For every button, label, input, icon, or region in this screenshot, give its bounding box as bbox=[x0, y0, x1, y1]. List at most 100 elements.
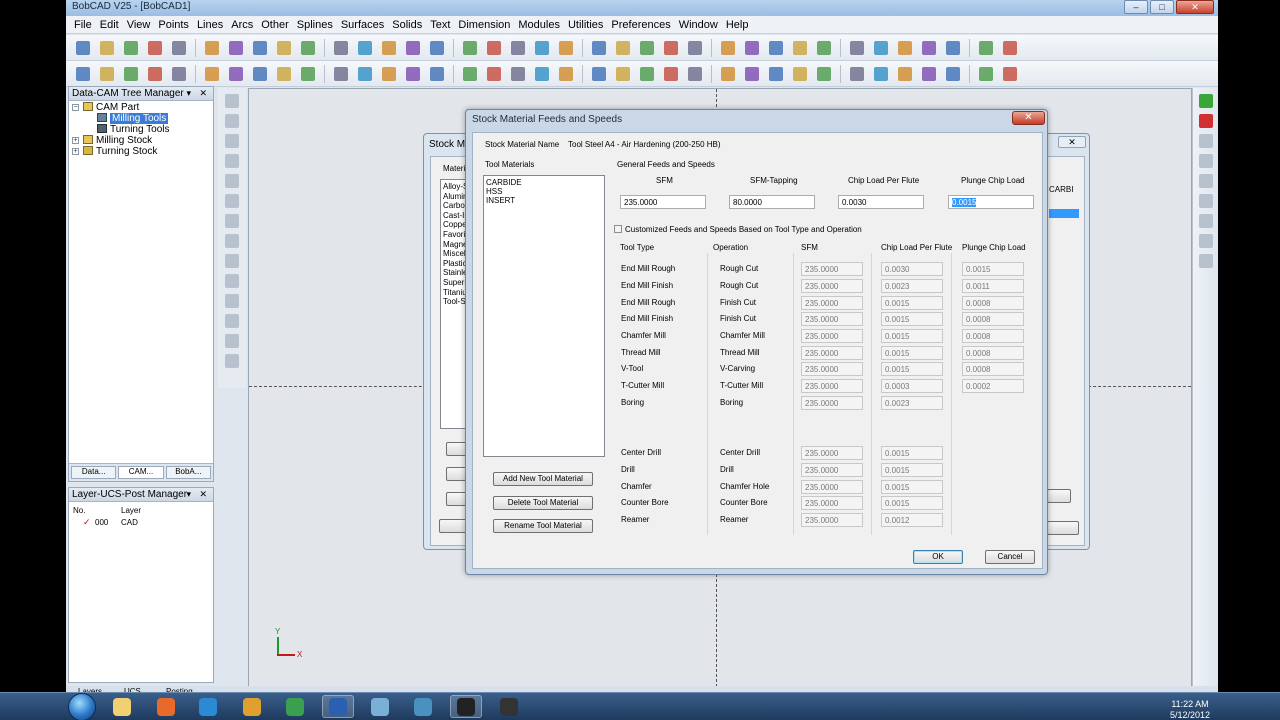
toolbar-tool-icon[interactable] bbox=[249, 64, 271, 84]
toolbar-tool-icon[interactable] bbox=[717, 38, 739, 58]
toolbar-tool-icon[interactable] bbox=[507, 38, 529, 58]
menu-solids[interactable]: Solids bbox=[388, 19, 426, 31]
vertical-tool-icon[interactable] bbox=[225, 94, 239, 108]
toolbar-tool-icon[interactable] bbox=[120, 64, 142, 84]
toolbar-tool-icon[interactable] bbox=[297, 38, 319, 58]
list-item[interactable]: Titaniu bbox=[443, 288, 467, 297]
tree-item-milling-tools[interactable]: Milling Tools bbox=[97, 113, 169, 124]
toolbar-tool-icon[interactable] bbox=[144, 64, 166, 84]
bg-button[interactable] bbox=[1047, 521, 1079, 535]
list-item[interactable]: Favorit bbox=[443, 230, 467, 239]
list-item[interactable]: Alumin bbox=[443, 192, 467, 201]
toolbar-tool-icon[interactable] bbox=[660, 64, 682, 84]
toolbar-tool-icon[interactable] bbox=[225, 38, 247, 58]
tree-item-milling-stock[interactable]: Milling Stock bbox=[83, 135, 152, 146]
toolbar-tool-icon[interactable] bbox=[426, 38, 448, 58]
menu-lines[interactable]: Lines bbox=[193, 19, 227, 31]
toolbar-tool-icon[interactable] bbox=[297, 64, 319, 84]
vertical-tool-icon[interactable] bbox=[225, 114, 239, 128]
bg-close-button[interactable]: ✕ bbox=[1058, 136, 1086, 148]
taskbar-app-icon[interactable] bbox=[322, 695, 354, 718]
toolbar-tool-icon[interactable] bbox=[636, 38, 658, 58]
list-item[interactable]: Stainle bbox=[443, 268, 467, 277]
vertical-tool-icon[interactable] bbox=[1199, 114, 1213, 128]
toolbar-tool-icon[interactable] bbox=[273, 64, 295, 84]
menu-other[interactable]: Other bbox=[257, 19, 293, 31]
menu-text[interactable]: Text bbox=[426, 19, 454, 31]
toolbar-tool-icon[interactable] bbox=[378, 38, 400, 58]
toolbar-tool-icon[interactable] bbox=[168, 64, 190, 84]
toolbar-tool-icon[interactable] bbox=[459, 38, 481, 58]
toolbar-tool-icon[interactable] bbox=[789, 64, 811, 84]
menu-splines[interactable]: Splines bbox=[293, 19, 337, 31]
vertical-tool-icon[interactable] bbox=[225, 214, 239, 228]
vertical-tool-icon[interactable] bbox=[225, 354, 239, 368]
menu-dimension[interactable]: Dimension bbox=[454, 19, 514, 31]
vertical-tool-icon[interactable] bbox=[1199, 234, 1213, 248]
toolbar-tool-icon[interactable] bbox=[813, 64, 835, 84]
vertical-tool-icon[interactable] bbox=[1199, 194, 1213, 208]
list-item[interactable]: HSS bbox=[486, 187, 502, 196]
toolbar-tool-icon[interactable] bbox=[72, 64, 94, 84]
toolbar-tool-icon[interactable] bbox=[612, 64, 634, 84]
menu-help[interactable]: Help bbox=[722, 19, 753, 31]
bg-selected-row[interactable] bbox=[1049, 209, 1079, 218]
toolbar-tool-icon[interactable] bbox=[942, 38, 964, 58]
vertical-tool-icon[interactable] bbox=[225, 234, 239, 248]
list-item[interactable]: Plastic bbox=[443, 259, 467, 268]
toolbar-tool-icon[interactable] bbox=[918, 64, 940, 84]
pin-icon[interactable]: ▾ ✕ bbox=[186, 488, 210, 501]
toolbar-tool-icon[interactable] bbox=[249, 38, 271, 58]
toolbar-tool-icon[interactable] bbox=[660, 38, 682, 58]
sfm-input[interactable]: 235.0000 bbox=[620, 195, 706, 209]
add-tool-material-button[interactable]: Add New Tool Material bbox=[493, 472, 593, 486]
toolbar-tool-icon[interactable] bbox=[354, 64, 376, 84]
taskbar-app-icon[interactable] bbox=[364, 695, 396, 718]
menu-window[interactable]: Window bbox=[675, 19, 722, 31]
toolbar-tool-icon[interactable] bbox=[507, 64, 529, 84]
toolbar-tool-icon[interactable] bbox=[741, 38, 763, 58]
tab-data[interactable]: Data... bbox=[71, 466, 117, 479]
taskbar-app-icon[interactable] bbox=[450, 695, 482, 718]
toolbar-tool-icon[interactable] bbox=[975, 64, 997, 84]
taskbar-app-icon[interactable] bbox=[493, 695, 525, 718]
toolbar-tool-icon[interactable] bbox=[717, 64, 739, 84]
toolbar-tool-icon[interactable] bbox=[741, 64, 763, 84]
toolbar-tool-icon[interactable] bbox=[426, 64, 448, 84]
toolbar-tool-icon[interactable] bbox=[999, 38, 1021, 58]
toolbar-tool-icon[interactable] bbox=[483, 64, 505, 84]
menu-utilities[interactable]: Utilities bbox=[564, 19, 607, 31]
tree-item-turning-tools[interactable]: Turning Tools bbox=[97, 124, 169, 135]
tool-materials-list[interactable]: CARBIDE HSS INSERT bbox=[483, 175, 605, 457]
toolbar-tool-icon[interactable] bbox=[72, 38, 94, 58]
vertical-tool-icon[interactable] bbox=[225, 194, 239, 208]
toolbar-tool-icon[interactable] bbox=[999, 64, 1021, 84]
taskbar-app-icon[interactable] bbox=[236, 695, 268, 718]
toolbar-tool-icon[interactable] bbox=[918, 38, 940, 58]
sfm-tapping-input[interactable]: 80.0000 bbox=[729, 195, 815, 209]
minimize-button[interactable]: – bbox=[1124, 0, 1148, 14]
toolbar-tool-icon[interactable] bbox=[555, 64, 577, 84]
toolbar-tool-icon[interactable] bbox=[870, 38, 892, 58]
menu-points[interactable]: Points bbox=[154, 19, 193, 31]
toolbar-tool-icon[interactable] bbox=[588, 64, 610, 84]
toolbar-tool-icon[interactable] bbox=[378, 64, 400, 84]
vertical-tool-icon[interactable] bbox=[225, 334, 239, 348]
toolbar-tool-icon[interactable] bbox=[894, 38, 916, 58]
menu-modules[interactable]: Modules bbox=[514, 19, 564, 31]
list-item[interactable]: INSERT bbox=[486, 196, 515, 205]
toolbar-tool-icon[interactable] bbox=[870, 64, 892, 84]
toolbar-tool-icon[interactable] bbox=[330, 64, 352, 84]
taskbar-app-icon[interactable] bbox=[106, 695, 138, 718]
toolbar-tool-icon[interactable] bbox=[636, 64, 658, 84]
customized-checkbox[interactable] bbox=[614, 225, 622, 233]
toolbar-tool-icon[interactable] bbox=[813, 38, 835, 58]
dialog-close-button[interactable]: ✕ bbox=[1012, 111, 1045, 125]
toolbar-tool-icon[interactable] bbox=[684, 64, 706, 84]
list-item[interactable]: Miscell bbox=[443, 249, 467, 258]
vertical-tool-icon[interactable] bbox=[1199, 134, 1213, 148]
vertical-tool-icon[interactable] bbox=[1199, 94, 1213, 108]
toolbar-tool-icon[interactable] bbox=[330, 38, 352, 58]
toolbar-tool-icon[interactable] bbox=[96, 64, 118, 84]
collapse-icon[interactable]: − bbox=[72, 104, 79, 111]
